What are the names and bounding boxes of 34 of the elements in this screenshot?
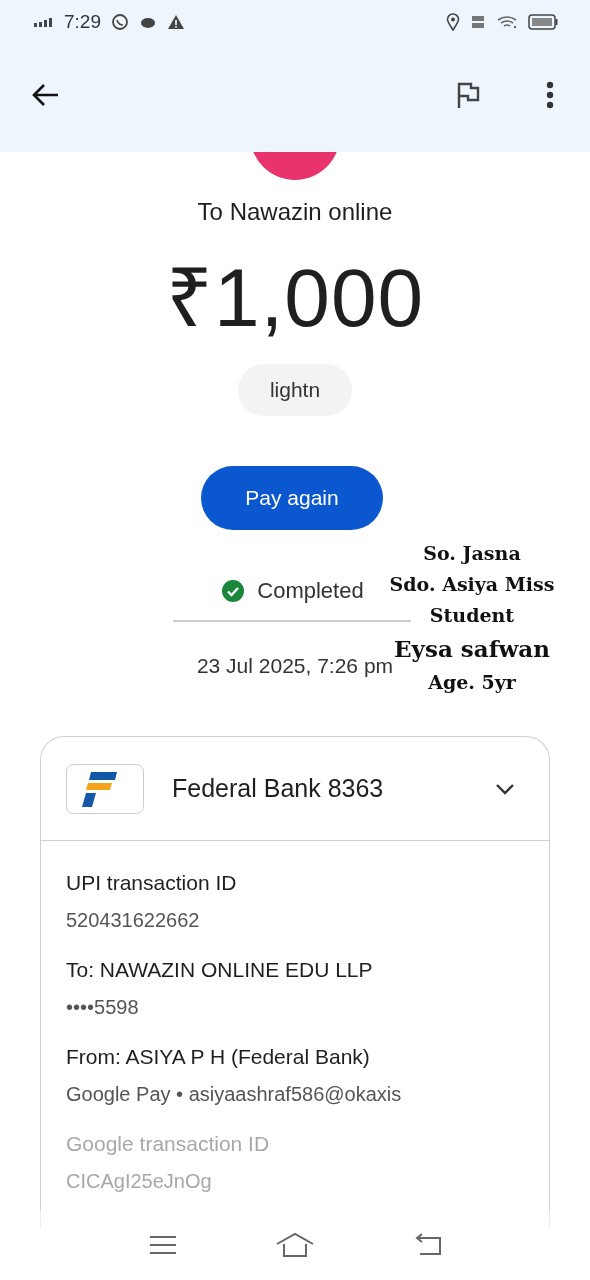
wifi-icon [496,15,518,29]
recipient-name: To Nawazin online [197,198,393,226]
status-label: Completed [257,578,364,604]
bank-logo-icon [66,763,144,814]
back-arrow-icon[interactable] [32,83,60,107]
transaction-date: 23 Jul 2025, 7:26 pm [196,654,394,678]
detail-value: Google Pay • asiyaashraf586@okaxis [66,1083,403,1106]
payment-note: lightn [237,364,353,416]
annotation-text: Eysa safwan [394,634,550,664]
battery-icon [528,14,558,30]
pay-again-button[interactable]: Pay again [201,466,383,530]
detail-value: 520431622662 [66,909,201,932]
annotation-text: Sdo. Asiya Miss [389,572,555,597]
warning-icon [167,14,185,30]
detail-label: Google transaction ID [66,1132,271,1156]
detail-value: CICAgI25eJnOg [66,1170,213,1193]
annotation-text: So. Jasna [423,541,521,566]
clock-time: 7:29 [64,11,101,33]
payment-amount: ₹1,000 [165,251,425,345]
more-options-icon[interactable] [546,81,554,109]
bank-account: Federal Bank 8363 [172,774,385,803]
chat-icon [111,13,129,31]
detail-value: ••••5598 [66,996,140,1019]
signal-icon [34,17,54,27]
detail-label: To: NAWAZIN ONLINE EDU LLP [66,958,374,982]
detail-label: From: ASIYA P H (Federal Bank) [66,1045,371,1069]
chevron-down-icon[interactable] [495,782,515,795]
annotation-text: Age. 5yr [428,670,516,695]
flag-icon[interactable] [456,81,480,109]
location-icon [446,13,460,31]
annotation-text: Student [429,603,515,628]
home-icon[interactable] [275,1231,315,1259]
detail-label: UPI transaction ID [66,871,238,895]
menu-icon[interactable] [148,1234,179,1256]
